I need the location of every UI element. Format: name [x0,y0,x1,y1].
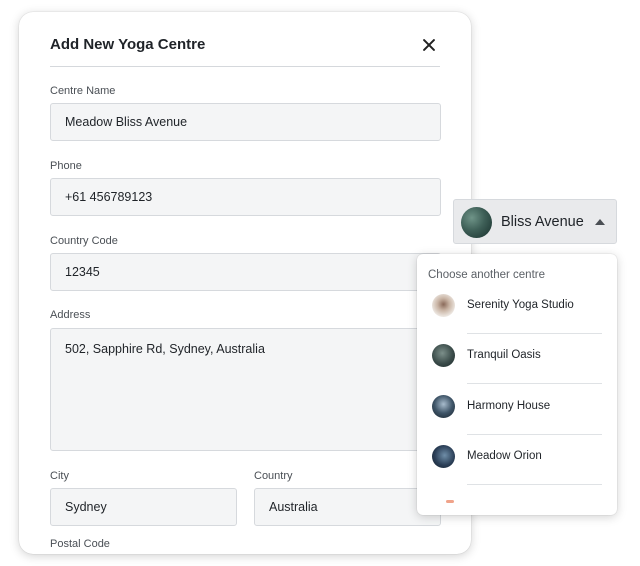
postal-code-label: Postal Code [50,538,110,550]
close-icon[interactable] [418,34,440,56]
centre-option[interactable]: Harmony House [428,385,602,435]
option-divider [467,484,602,485]
centre-option-avatar [432,294,455,317]
dropdown-heading: Choose another centre [428,269,545,281]
centre-option-avatar [432,395,455,418]
centre-option[interactable]: Meadow Orion [428,435,602,485]
phone-label: Phone [50,160,82,172]
centre-option[interactable]: Serenity Yoga Studio [428,284,602,334]
centre-avatar [461,207,492,238]
country-code-input[interactable]: 12345 [50,253,441,291]
centre-option-avatar [432,344,455,367]
centre-option-label: Meadow Orion [467,450,542,462]
address-label: Address [50,309,91,321]
country-label: Country [254,470,293,482]
centre-selector-button[interactable]: Bliss Avenue [453,199,617,244]
next-option-avatar-peek [446,500,454,503]
city-label: City [50,470,69,482]
address-textarea[interactable]: 502, Sapphire Rd, Sydney, Australia [50,328,441,451]
phone-input[interactable]: +61 456789123 [50,178,441,216]
city-input[interactable]: Sydney [50,488,237,526]
caret-up-icon [595,219,605,225]
centre-option[interactable]: Tranquil Oasis [428,334,602,384]
centre-dropdown: Choose another centre Serenity Yoga Stud… [417,254,617,515]
centre-option-label: Tranquil Oasis [467,349,541,361]
modal-title: Add New Yoga Centre [50,36,206,53]
centre-option-label: Harmony House [467,400,551,412]
centre-option-label: Serenity Yoga Studio [467,299,574,311]
centre-name-label: Centre Name [50,85,116,97]
country-code-label: Country Code [50,235,118,247]
add-centre-modal: Add New Yoga Centre Centre Name Meadow B… [19,12,471,554]
option-divider [467,383,602,384]
selected-centre-name: Bliss Avenue [501,214,584,230]
centre-name-input[interactable]: Meadow Bliss Avenue [50,103,441,141]
modal-header: Add New Yoga Centre [50,32,440,67]
country-input[interactable]: Australia [254,488,441,526]
centre-option-avatar [432,445,455,468]
